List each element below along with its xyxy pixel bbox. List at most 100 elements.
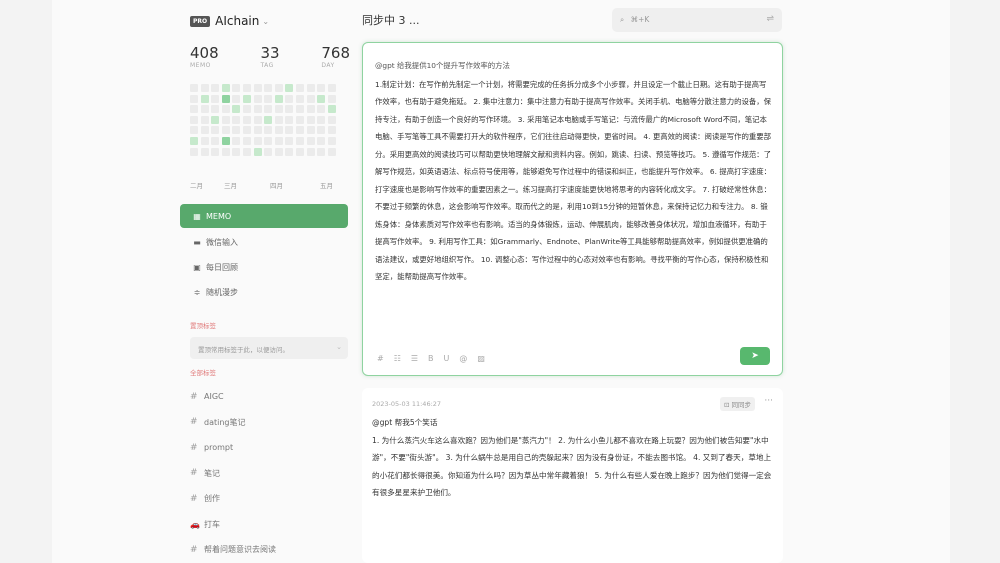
editor-text[interactable]: @gpt 给我提供10个提升写作效率的方法 1.制定计划：在写作前先制定一个计划… [375,57,773,286]
tag-item[interactable]: # prompt [190,435,350,461]
heatmap-cell[interactable] [306,84,315,92]
heatmap-cell[interactable] [264,136,273,145]
heatmap-cell[interactable] [274,94,283,103]
brand-switcher[interactable]: PRO AIchain ⌄ [190,14,269,28]
heatmap-cell[interactable] [200,84,209,92]
heatmap-cell[interactable] [211,105,220,114]
heatmap-cell[interactable] [242,136,251,145]
heatmap-cell[interactable] [327,84,336,92]
heatmap-cell[interactable] [317,115,326,124]
underline-icon[interactable]: U [444,354,450,363]
heatmap-cell[interactable] [200,94,209,103]
heatmap-cell[interactable] [295,94,304,103]
tag-item[interactable]: # 帮着问题意识去阅读 [190,537,350,563]
heatmap-cell[interactable] [190,105,198,114]
heatmap-cell[interactable] [264,147,273,156]
heatmap-cell[interactable] [190,115,198,124]
heatmap-cell[interactable] [200,115,209,124]
heatmap-cell[interactable] [253,94,262,103]
heatmap-cell[interactable] [274,84,283,92]
heatmap-cell[interactable] [285,115,294,124]
heatmap-cell[interactable] [253,147,262,156]
heatmap-cell[interactable] [274,126,283,135]
heatmap-cell[interactable] [327,105,336,114]
heatmap-cell[interactable] [211,136,220,145]
checklist-icon[interactable]: ☷ [394,354,401,363]
nav-item-memo[interactable]: ▦ MEMO [180,204,348,228]
heatmap-cell[interactable] [200,126,209,135]
heatmap-cell[interactable] [232,105,241,114]
heatmap-cell[interactable] [190,147,198,156]
heatmap-cell[interactable] [285,136,294,145]
heatmap-cell[interactable] [274,105,283,114]
mention-icon[interactable]: @ [459,354,467,363]
tag-item[interactable]: # 创作 [190,486,350,512]
heatmap-cell[interactable] [211,115,220,124]
heatmap-cell[interactable] [232,136,241,145]
heatmap-cell[interactable] [295,105,304,114]
heatmap-cell[interactable] [295,136,304,145]
heatmap-cell[interactable] [253,136,262,145]
chevron-down-icon[interactable]: ⌄ [336,343,342,351]
more-options-icon[interactable]: ··· [764,396,773,406]
heatmap-cell[interactable] [253,115,262,124]
heatmap-cell[interactable] [274,136,283,145]
heatmap-cell[interactable] [317,126,326,135]
heatmap-cell[interactable] [285,105,294,114]
heatmap-cell[interactable] [221,147,230,156]
heatmap-cell[interactable] [317,105,326,114]
heatmap-cell[interactable] [253,126,262,135]
heatmap-cell[interactable] [211,147,220,156]
heatmap-cell[interactable] [221,136,230,145]
heatmap-cell[interactable] [200,136,209,145]
heatmap-cell[interactable] [327,94,336,103]
heatmap-cell[interactable] [306,147,315,156]
heatmap-cell[interactable] [264,94,273,103]
heatmap-cell[interactable] [232,126,241,135]
heatmap-cell[interactable] [242,115,251,124]
tag-item[interactable]: 🚗 打车 [190,512,350,538]
heatmap-cell[interactable] [306,105,315,114]
heatmap-cell[interactable] [295,84,304,92]
heatmap-cell[interactable] [232,94,241,103]
heatmap-cell[interactable] [242,147,251,156]
pinned-tags-box[interactable]: 置顶常用标签于此，以便访问。 ⌄ [190,337,348,359]
heatmap-cell[interactable] [190,126,198,135]
heatmap-cell[interactable] [190,136,198,145]
heatmap-cell[interactable] [221,115,230,124]
heatmap-cell[interactable] [190,84,198,92]
heatmap-cell[interactable] [317,136,326,145]
heatmap-cell[interactable] [274,115,283,124]
list-icon[interactable]: ☰ [411,354,418,363]
heatmap-cell[interactable] [327,115,336,124]
heatmap-cell[interactable] [232,115,241,124]
tag-item[interactable]: # 笔记 [190,461,350,487]
heatmap-cell[interactable] [253,105,262,114]
heatmap-cell[interactable] [190,94,198,103]
heatmap-cell[interactable] [264,105,273,114]
heatmap-cell[interactable] [295,147,304,156]
heatmap-cell[interactable] [306,115,315,124]
hash-icon[interactable]: # [377,354,384,363]
search-input[interactable]: ⌕ ⌘+K ⇌ [612,8,782,32]
heatmap-cell[interactable] [232,84,241,92]
heatmap-cell[interactable] [200,105,209,114]
nav-item-daily-review[interactable]: ▣ 每日回顾 [180,255,348,280]
image-icon[interactable]: ▨ [477,354,485,363]
heatmap-cell[interactable] [295,115,304,124]
nav-item-random-walk[interactable]: ≑ 随机漫步 [180,280,348,305]
heatmap-cell[interactable] [317,84,326,92]
heatmap-cell[interactable] [306,126,315,135]
memo-editor[interactable]: @gpt 给我提供10个提升写作效率的方法 1.制定计划：在写作前先制定一个计划… [362,42,783,376]
heatmap-cell[interactable] [306,94,315,103]
heatmap-cell[interactable] [327,126,336,135]
tag-item[interactable]: # AIGC [190,384,350,410]
heatmap-cell[interactable] [211,94,220,103]
heatmap-cell[interactable] [211,84,220,92]
heatmap-cell[interactable] [285,84,294,92]
heatmap-cell[interactable] [221,84,230,92]
heatmap-cell[interactable] [253,84,262,92]
bold-icon[interactable]: B [428,354,434,363]
heatmap-cell[interactable] [221,94,230,103]
heatmap-cell[interactable] [242,84,251,92]
